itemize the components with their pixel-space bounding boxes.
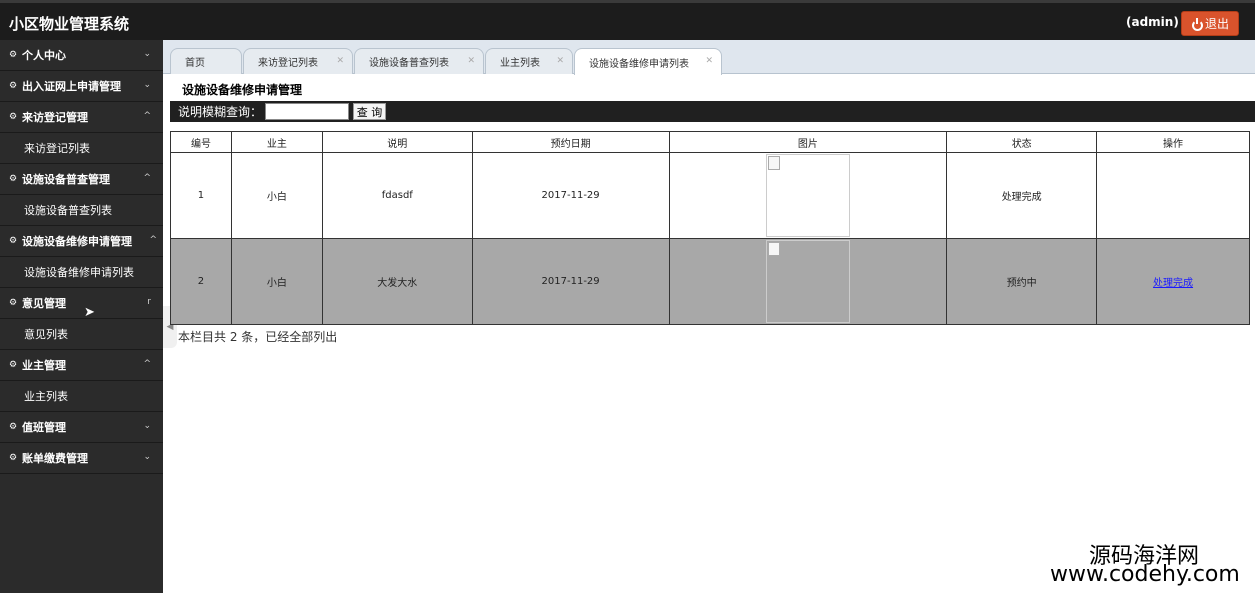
table-row: 2 小白 大发大水 2017-11-29 预约中 处理完成 <box>170 238 1250 325</box>
sidebar-item-facility-repair[interactable]: ⚙ 设施设备维修申请管理 ^ <box>0 226 163 257</box>
sidebar-subitem-facility-repair-list[interactable]: 设施设备维修申请列表 <box>0 257 163 288</box>
cell-owner: 小白 <box>230 152 323 239</box>
sidebar-item-label: 业主管理 <box>22 359 66 372</box>
chevron-down-icon: ⌄ <box>143 80 151 90</box>
close-icon[interactable]: ✕ <box>336 56 344 66</box>
chevron-up-icon: ^ <box>143 359 151 369</box>
cell-date: 2017-11-29 <box>471 152 670 239</box>
sidebar-subitem-owner-list[interactable]: 业主列表 <box>0 381 163 412</box>
cell-action <box>1096 152 1250 239</box>
gears-icon: ⚙ <box>9 50 18 60</box>
search-bar: 说明模糊查询： 查 询 <box>170 101 1255 122</box>
sidebar-item-facility-survey[interactable]: ⚙ 设施设备普查管理 ^ <box>0 164 163 195</box>
record-count-note: 本栏目共 2 条，已经全部列出 <box>178 330 338 344</box>
sidebar-subitem-visitor-list[interactable]: 来访登记列表 <box>0 133 163 164</box>
search-button[interactable]: 查 询 <box>353 103 387 120</box>
broken-image-icon <box>765 240 850 323</box>
column-header: 图片 <box>668 131 948 153</box>
watermark-url: www.codehy.com <box>1050 562 1240 587</box>
chevron-down-icon: ⌄ <box>143 49 151 59</box>
app-title: 小区物业管理系统 <box>9 15 130 33</box>
tab-label: 设施设备普查列表 <box>369 58 449 69</box>
table-header-row: 编号 业主 说明 预约日期 图片 状态 操作 <box>170 131 1250 153</box>
sidebar-item-label: 账单缴费管理 <box>22 452 88 465</box>
chevron-down-icon: ⌄ <box>143 421 151 431</box>
gears-icon: ⚙ <box>9 174 18 184</box>
sidebar-subitem-feedback-list[interactable]: 意见列表 <box>0 319 163 350</box>
broken-image-icon <box>765 154 850 237</box>
cell-action: 处理完成 <box>1096 238 1250 325</box>
gears-icon: ⚙ <box>9 112 18 122</box>
gears-icon: ⚙ <box>9 81 18 91</box>
gears-icon: ⚙ <box>9 422 18 432</box>
chevron-up-icon: ^ <box>143 173 151 183</box>
cell-status: 处理完成 <box>946 152 1098 239</box>
sidebar-item-label: 个人中心 <box>22 49 66 62</box>
sidebar-item-label: 来访登记管理 <box>22 111 88 124</box>
sidebar-item-visitor-registration[interactable]: ⚙ 来访登记管理 ^ <box>0 102 163 133</box>
close-icon[interactable]: ✕ <box>467 56 475 66</box>
sidebar-item-duty[interactable]: ⚙ 值班管理 ⌄ <box>0 412 163 443</box>
sidebar-item-label: 设施设备维修申请管理 <box>22 235 132 248</box>
power-icon <box>1191 18 1203 31</box>
logout-label: 退出 <box>1204 17 1229 31</box>
current-user: (admin) <box>1126 15 1179 29</box>
cell-image <box>668 152 948 239</box>
sidebar-item-label: 值班管理 <box>22 421 66 434</box>
close-icon[interactable]: ✕ <box>705 56 713 66</box>
logout-button[interactable]: 退出 <box>1181 11 1239 36</box>
gears-icon: ⚙ <box>9 298 18 308</box>
sidebar-subitem-facility-survey-list[interactable]: 设施设备普查列表 <box>0 195 163 226</box>
tab-home[interactable]: 首页 <box>170 48 242 74</box>
cell-id: 1 <box>170 152 232 239</box>
column-header: 说明 <box>321 131 473 153</box>
gears-icon: ⚙ <box>9 236 18 246</box>
tab-label: 设施设备维修申请列表 <box>589 58 689 70</box>
tab-facility-survey-list[interactable]: 设施设备普查列表 ✕ <box>354 48 484 74</box>
column-header: 预约日期 <box>471 131 670 153</box>
search-label: 说明模糊查询： <box>178 105 263 119</box>
sidebar-item-label: 出入证网上申请管理 <box>22 80 121 93</box>
tab-owner-list[interactable]: 业主列表 ✕ <box>485 48 573 74</box>
sidebar-item-feedback[interactable]: ⚙ 意见管理 r <box>0 288 163 319</box>
close-icon[interactable]: ✕ <box>556 56 564 66</box>
chevron-up-icon: ^ <box>149 235 157 245</box>
mark-complete-link[interactable]: 处理完成 <box>1153 278 1193 289</box>
tab-label: 首页 <box>185 58 205 69</box>
chevron-icon: r <box>147 297 151 307</box>
table-row: 1 小白 fdasdf 2017-11-29 处理完成 <box>170 152 1250 239</box>
cell-description: 大发大水 <box>321 238 473 325</box>
sidebar-item-personal-center[interactable]: ⚙ 个人中心 ⌄ <box>0 40 163 71</box>
search-input[interactable] <box>265 103 350 120</box>
page-title: 设施设备维修申请管理 <box>182 83 303 97</box>
chevron-down-icon: ⌄ <box>143 452 151 462</box>
sidebar-item-billing[interactable]: ⚙ 账单缴费管理 ⌄ <box>0 443 163 474</box>
cell-owner: 小白 <box>230 238 323 325</box>
gears-icon: ⚙ <box>9 360 18 370</box>
cell-description: fdasdf <box>321 152 473 239</box>
column-header: 编号 <box>170 131 232 153</box>
tab-visitor-list[interactable]: 来访登记列表 ✕ <box>243 48 353 74</box>
cell-id: 2 <box>170 238 232 325</box>
tab-bar: 首页 来访登记列表 ✕ 设施设备普查列表 ✕ 业主列表 ✕ 设施设备维修申请列表… <box>163 40 1255 75</box>
column-header: 业主 <box>230 131 323 153</box>
sidebar-item-owner[interactable]: ⚙ 业主管理 ^ <box>0 350 163 381</box>
cell-status: 预约中 <box>946 238 1098 325</box>
tab-label: 业主列表 <box>500 58 540 69</box>
mouse-pointer-icon: ➤ <box>84 305 95 320</box>
gears-icon: ⚙ <box>9 453 18 463</box>
column-header: 状态 <box>946 131 1098 153</box>
column-header: 操作 <box>1096 131 1250 153</box>
tab-facility-repair-list[interactable]: 设施设备维修申请列表 ✕ <box>574 48 722 75</box>
sidebar-item-pass-application[interactable]: ⚙ 出入证网上申请管理 ⌄ <box>0 71 163 102</box>
sidebar: ⚙ 个人中心 ⌄ ⚙ 出入证网上申请管理 ⌄ ⚙ 来访登记管理 ^ 来访登记列表… <box>0 40 163 593</box>
cell-image <box>668 238 948 325</box>
repair-table: 编号 业主 说明 预约日期 图片 状态 操作 1 小白 fdasdf 2017-… <box>170 131 1250 325</box>
cell-date: 2017-11-29 <box>471 238 670 325</box>
sidebar-item-label: 意见管理 <box>22 297 66 310</box>
top-bar: 小区物业管理系统 (admin) 退出 <box>0 0 1255 40</box>
tab-label: 来访登记列表 <box>258 58 318 69</box>
chevron-up-icon: ^ <box>143 111 151 121</box>
sidebar-item-label: 设施设备普查管理 <box>22 173 110 186</box>
